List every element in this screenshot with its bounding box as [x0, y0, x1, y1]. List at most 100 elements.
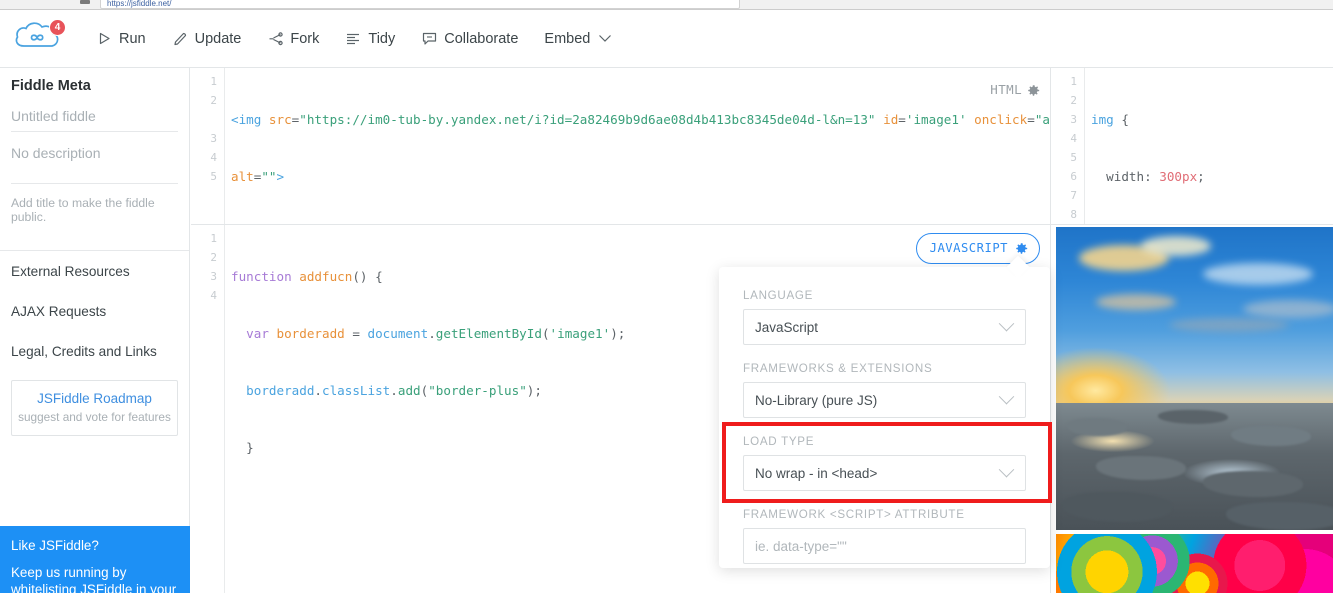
promo-line-2: Keep us running by whitelisting JSFiddle… [11, 565, 177, 593]
lines-icon [345, 31, 361, 47]
preview-image-sunset[interactable] [1056, 227, 1333, 530]
browser-url-bar[interactable]: https://jsfiddle.net/ [100, 0, 740, 9]
line-number: 1 [1070, 75, 1077, 88]
fork-icon [267, 31, 283, 47]
line-number: 7 [1070, 189, 1077, 202]
html-code[interactable]: 1 2 3 4 5 <img src="https://im0-tub-by.y… [191, 68, 1050, 224]
sidebar-item-external-resources[interactable]: External Resources [11, 251, 178, 291]
browser-tab-stub [80, 0, 90, 4]
loadtype-select[interactable]: No wrap - in <head> [743, 455, 1026, 491]
collaborate-label: Collaborate [444, 30, 519, 47]
rock [1095, 456, 1186, 481]
roadmap-subtitle: suggest and vote for features [18, 410, 171, 424]
gear-icon[interactable] [1015, 242, 1028, 255]
top-toolbar: 4 Run Update Fork Tidy Collaborate Embed [0, 10, 1333, 68]
public-note: Add title to make the fiddle public. [11, 196, 155, 224]
script-attribute-label: FRAMEWORK <SCRIPT> ATTRIBUTE [743, 508, 965, 521]
script-attribute-placeholder: ie. data-type="" [755, 538, 847, 554]
line-number: 2 [210, 94, 217, 107]
result-preview-pane[interactable] [1050, 225, 1333, 593]
line-number: 3 [210, 132, 217, 145]
gear-icon[interactable] [1027, 83, 1040, 96]
notification-badge: 4 [49, 18, 66, 36]
pencil-icon [172, 31, 188, 47]
chevron-down-icon [597, 31, 613, 47]
tidy-label: Tidy [368, 30, 396, 47]
line-number: 1 [210, 75, 217, 88]
play-icon [96, 31, 112, 47]
fiddle-title-input[interactable]: Untitled fiddle [11, 108, 178, 132]
fractal-pattern [1056, 534, 1333, 593]
rock [1231, 425, 1312, 446]
line-number: 3 [210, 270, 217, 283]
rock [1067, 418, 1128, 436]
line-number: 2 [210, 251, 217, 264]
line-number: 4 [1070, 132, 1077, 145]
embed-button[interactable]: Embed [544, 31, 613, 47]
javascript-settings-popover: LANGUAGE JavaScript FRAMEWORKS & EXTENSI… [719, 267, 1050, 568]
code-line: img { [1091, 112, 1129, 127]
html-editor-pane[interactable]: 1 2 3 4 5 <img src="https://im0-tub-by.y… [191, 68, 1050, 225]
code-line: <img src="https://im0-tub-by.yandex.net/… [231, 112, 1050, 127]
rock [1203, 471, 1304, 498]
line-number: 4 [210, 151, 217, 164]
chevron-down-icon [998, 315, 1015, 332]
loadtype-label: LOAD TYPE [743, 435, 815, 448]
jsfiddle-app: https://jsfiddle.net/ 4 Run Update Fork … [0, 0, 1333, 593]
line-number: 8 [1070, 208, 1077, 221]
code-line: width: 300px; [1091, 169, 1205, 184]
frameworks-select[interactable]: No-Library (pure JS) [743, 382, 1026, 418]
fork-button[interactable]: Fork [267, 31, 319, 47]
script-attribute-input[interactable]: ie. data-type="" [743, 528, 1026, 564]
loadtype-value: No wrap - in <head> [755, 465, 878, 481]
embed-label: Embed [544, 30, 591, 47]
run-label: Run [119, 30, 146, 47]
line-number: 4 [210, 289, 217, 302]
fiddle-meta-sidebar: Fiddle Meta Untitled fiddle No descripti… [0, 68, 190, 593]
rock [1157, 410, 1228, 425]
sunset-scene [1056, 227, 1333, 530]
chevron-down-icon [998, 388, 1015, 405]
update-label: Update [194, 30, 242, 47]
html-panel-label[interactable]: HTML [990, 80, 1040, 99]
css-editor-pane[interactable]: 1 2 3 4 5 6 7 8 img { width: 300px; heig… [1050, 68, 1333, 225]
javascript-label-text: JAVASCRIPT [929, 241, 1008, 255]
line-number: 3 [1070, 113, 1077, 126]
js-gutter: 1 2 3 4 [191, 225, 225, 593]
browser-chrome-sliver: https://jsfiddle.net/ [0, 0, 1333, 10]
css-code-lines[interactable]: img { width: 300px; height: 300px; } .bo… [1086, 68, 1333, 224]
html-code-lines[interactable]: <img src="https://im0-tub-by.yandex.net/… [226, 68, 1050, 224]
language-value: JavaScript [755, 319, 819, 335]
chevron-down-icon [998, 461, 1015, 478]
cloud [1242, 299, 1333, 318]
line-number: 5 [1070, 151, 1077, 164]
roadmap-card[interactable]: JSFiddle Roadmap suggest and vote for fe… [11, 380, 178, 436]
promo-line-1: Like JSFiddle? [11, 538, 99, 553]
html-label-text: HTML [990, 82, 1022, 97]
css-code[interactable]: 1 2 3 4 5 6 7 8 img { width: 300px; heig… [1051, 68, 1333, 224]
line-number: 5 [210, 170, 217, 183]
tidy-button[interactable]: Tidy [345, 31, 395, 47]
update-button[interactable]: Update [172, 30, 242, 47]
language-select[interactable]: JavaScript [743, 309, 1026, 345]
sidebar-item-legal-credits[interactable]: Legal, Credits and Links [11, 331, 178, 371]
jsfiddle-logo[interactable]: 4 [14, 18, 68, 59]
fiddle-description-input[interactable]: No description [11, 145, 178, 184]
fork-label: Fork [290, 30, 320, 47]
rocky-shore [1056, 402, 1333, 530]
sidebar-title: Fiddle Meta [11, 78, 91, 94]
toolbar-actions: Run Update Fork Tidy Collaborate Embed [96, 31, 639, 47]
collaborate-button[interactable]: Collaborate [421, 31, 518, 47]
sidebar-item-ajax-requests[interactable]: AJAX Requests [11, 291, 178, 331]
roadmap-title: JSFiddle Roadmap [37, 391, 152, 406]
whitelist-promo-banner[interactable]: Like JSFiddle? Keep us running by whitel… [0, 526, 190, 593]
preview-image-fractal[interactable] [1056, 534, 1333, 593]
frameworks-label: FRAMEWORKS & EXTENSIONS [743, 362, 933, 375]
frameworks-value: No-Library (pure JS) [755, 392, 878, 408]
cloud [1095, 293, 1176, 310]
rock [1061, 491, 1172, 522]
line-number: 6 [1070, 170, 1077, 183]
rock [1225, 502, 1333, 530]
css-gutter: 1 2 3 4 5 6 7 8 [1051, 68, 1085, 224]
run-button[interactable]: Run [96, 31, 146, 47]
